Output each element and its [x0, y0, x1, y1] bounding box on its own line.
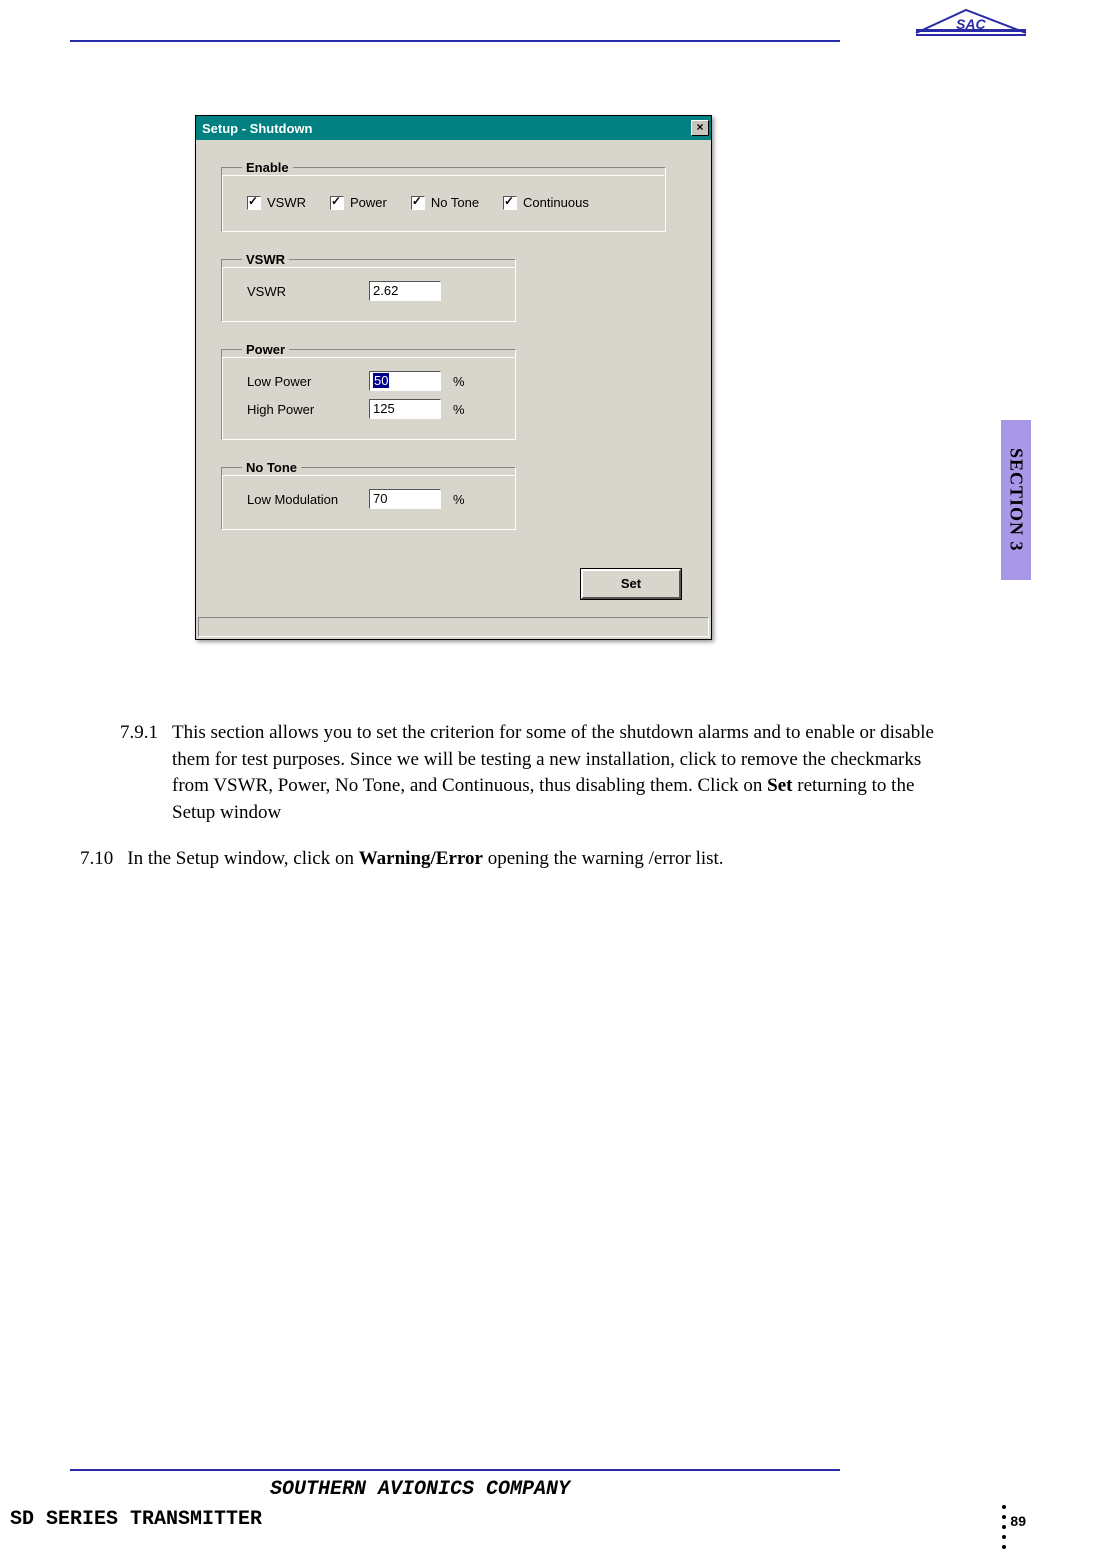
status-bar: [198, 617, 709, 637]
section-tab: SECTION 3: [1001, 420, 1031, 580]
sac-logo: SAC: [911, 5, 1031, 40]
body-text: 7.9.1 This section allows you to set the…: [80, 720, 950, 873]
checkbox-label: Power: [350, 195, 387, 210]
high-power-input[interactable]: 125: [369, 399, 441, 419]
percent-unit: %: [453, 402, 465, 417]
page-number: 89: [1010, 1513, 1026, 1529]
checkmark-icon: [503, 196, 517, 210]
paragraph-7-10: 7.10 In the Setup window, click on Warni…: [80, 846, 950, 873]
checkbox-label: No Tone: [431, 195, 479, 210]
para-number: 7.10: [80, 846, 113, 873]
svg-text:SAC: SAC: [956, 16, 986, 32]
enable-group: Enable VSWR Power No Tone Continuous: [221, 160, 666, 232]
low-power-input[interactable]: 50: [369, 371, 441, 391]
dialog-client: Enable VSWR Power No Tone Continuous: [196, 140, 711, 639]
checkbox-label: VSWR: [267, 195, 306, 210]
power-legend: Power: [242, 342, 289, 357]
percent-unit: %: [453, 374, 465, 389]
low-modulation-label: Low Modulation: [247, 492, 357, 507]
vswr-label: VSWR: [247, 284, 357, 299]
header-rule: [70, 40, 840, 42]
checkmark-icon: [247, 196, 261, 210]
set-button[interactable]: Set: [581, 569, 681, 599]
vswr-input[interactable]: 2.62: [369, 281, 441, 301]
checkbox-vswr[interactable]: VSWR: [247, 195, 306, 210]
para-content: In the Setup window, click on Warning/Er…: [127, 846, 723, 873]
footer-rule: [70, 1469, 840, 1471]
footer-dots-icon: [1002, 1505, 1006, 1549]
setup-shutdown-dialog: Setup - Shutdown × Enable VSWR Power No …: [195, 115, 712, 640]
titlebar[interactable]: Setup - Shutdown ×: [196, 116, 711, 140]
notone-group: No Tone Low Modulation 70 %: [221, 460, 516, 530]
checkmark-icon: [411, 196, 425, 210]
checkbox-power[interactable]: Power: [330, 195, 387, 210]
vswr-group: VSWR VSWR 2.62: [221, 252, 516, 322]
paragraph-7-9-1: 7.9.1 This section allows you to set the…: [120, 720, 950, 826]
low-power-label: Low Power: [247, 374, 357, 389]
power-group: Power Low Power 50 % High Power 125 %: [221, 342, 516, 440]
checkbox-continuous[interactable]: Continuous: [503, 195, 589, 210]
notone-legend: No Tone: [242, 460, 301, 475]
checkbox-notone[interactable]: No Tone: [411, 195, 479, 210]
close-icon[interactable]: ×: [691, 120, 709, 136]
high-power-label: High Power: [247, 402, 357, 417]
vswr-legend: VSWR: [242, 252, 289, 267]
dialog-title: Setup - Shutdown: [202, 121, 312, 136]
checkbox-label: Continuous: [523, 195, 589, 210]
footer-product: SD SERIES TRANSMITTER: [10, 1508, 262, 1531]
footer-company: SOUTHERN AVIONICS COMPANY: [0, 1478, 840, 1501]
para-number: 7.9.1: [120, 720, 158, 826]
enable-legend: Enable: [242, 160, 293, 175]
percent-unit: %: [453, 492, 465, 507]
para-content: This section allows you to set the crite…: [172, 720, 950, 826]
checkmark-icon: [330, 196, 344, 210]
low-modulation-input[interactable]: 70: [369, 489, 441, 509]
